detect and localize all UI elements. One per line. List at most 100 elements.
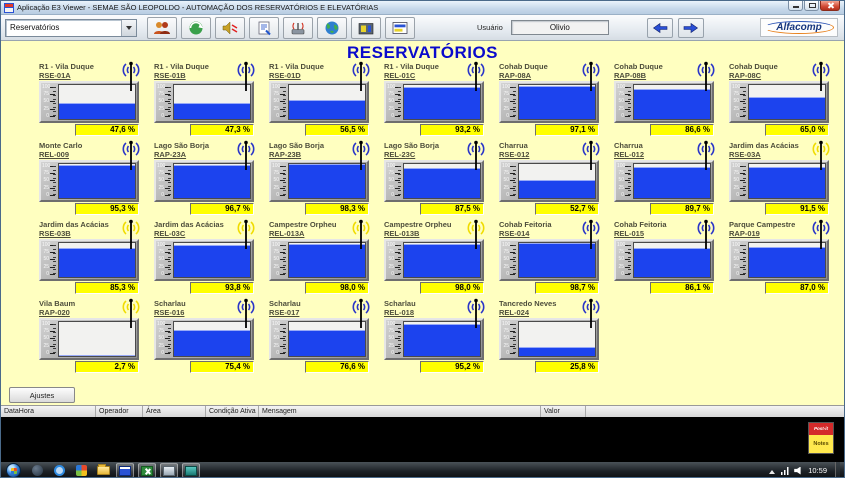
alarm-column-header[interactable]: Condição Ativa: [206, 406, 259, 417]
report-icon[interactable]: [249, 17, 279, 39]
taskbar-clock[interactable]: 10:59: [808, 466, 827, 475]
tank-widget: Cohab Feitoria REL-015 1007550250 86,1 %: [614, 221, 720, 294]
start-button[interactable]: [6, 463, 21, 478]
back-button[interactable]: [647, 18, 673, 38]
antenna-icon: [465, 219, 487, 249]
tank-widget: Scharlau RSE-017 1007550250 76,6 %: [269, 300, 375, 373]
antenna-icon: [580, 298, 602, 328]
taskbar-e3viewer-icon[interactable]: [116, 463, 134, 478]
forward-button[interactable]: [678, 18, 704, 38]
antenna-icon: [465, 140, 487, 170]
tank-scale: 1007550250: [156, 320, 172, 358]
antenna-icon: [350, 140, 372, 170]
alarm-column-header[interactable]: Mensagem: [259, 406, 541, 417]
volume-icon[interactable]: [794, 467, 802, 475]
tank-scale: 1007550250: [386, 241, 402, 279]
tank-scale: 1007550250: [41, 241, 57, 279]
tank-scale: 1007550250: [41, 320, 57, 358]
tank-level-value: 98,3 %: [305, 203, 369, 215]
title-bar: Aplicação E3 Viewer - SEMAE SÃO LEOPOLDO…: [1, 1, 844, 15]
antenna-icon: [350, 219, 372, 249]
postit-notes-icon[interactable]: Post-it Notes: [808, 422, 834, 454]
tank-scale: 1007550250: [41, 83, 57, 121]
tank-level-value: 89,7 %: [650, 203, 714, 215]
network-icon[interactable]: [781, 467, 789, 475]
antenna-icon: [350, 298, 372, 328]
minimize-button[interactable]: [788, 1, 803, 11]
tank-widget: R1 - Vila Duque RSE-01D 1007550250 56,5 …: [269, 63, 375, 136]
tank-scale: 1007550250: [41, 162, 57, 200]
tank-fill: [59, 103, 135, 119]
chevron-down-icon[interactable]: [121, 20, 136, 36]
station-panel-icon[interactable]: [351, 17, 381, 39]
tank-widget: Lago São Borja REL-23C 1007550250 87,5 %: [384, 142, 490, 215]
tank-grid: R1 - Vila Duque RSE-01A 1007550250 47,6 …: [39, 63, 844, 373]
alarm-speaker-icon[interactable]: [215, 17, 245, 39]
tank-level-value: 95,3 %: [75, 203, 139, 215]
users-icon[interactable]: [147, 17, 177, 39]
tank-scale: 1007550250: [271, 162, 287, 200]
alarm-column-header[interactable]: Valor: [541, 406, 586, 417]
tank-level-value: 86,1 %: [650, 282, 714, 294]
taskbar-folder-icon[interactable]: [94, 463, 112, 478]
taskbar-app-icon-3[interactable]: [182, 463, 200, 478]
tank-level-value: 93,2 %: [420, 124, 484, 136]
window-title: Aplicação E3 Viewer - SEMAE SÃO LEOPOLDO…: [17, 3, 378, 12]
tank-widget: Jardim das Acácias REL-03C 1007550250 93…: [154, 221, 260, 294]
tank-scale: 1007550250: [616, 83, 632, 121]
tank-widget: Campestre Orpheu REL-013A 1007550250 98,…: [269, 221, 375, 294]
tank-level-value: 56,5 %: [305, 124, 369, 136]
antenna-icon: [580, 219, 602, 249]
tank-level-value: 47,3 %: [190, 124, 254, 136]
antenna-icon: [235, 140, 257, 170]
tank-fill: [404, 324, 480, 356]
taskbar-spreadsheet-icon[interactable]: [138, 463, 156, 478]
tank-fill: [519, 180, 595, 198]
tank-level-value: 85,3 %: [75, 282, 139, 294]
tank-fill: [59, 248, 135, 277]
tank-widget: Campestre Orpheu REL-013B 1007550250 98,…: [384, 221, 490, 294]
alarm-column-header[interactable]: Operador: [96, 406, 143, 417]
page-title: RESERVATÓRIOS: [1, 41, 844, 63]
tank-level-value: 97,1 %: [535, 124, 599, 136]
tank-widget: Charrua REL-012 1007550250 89,7 %: [614, 142, 720, 215]
user-field[interactable]: Olivio: [511, 20, 609, 35]
maximize-button[interactable]: [804, 1, 819, 11]
taskbar: 10:59: [1, 461, 844, 478]
taskbar-browser-icon[interactable]: [50, 463, 68, 478]
tank-widget: Lago São Borja RAP-23A 1007550250 96,7 %: [154, 142, 260, 215]
tank-widget: Charrua RSE-012 1007550250 52,7 %: [499, 142, 605, 215]
tank-widget: R1 - Vila Duque RSE-01A 1007550250 47,6 …: [39, 63, 145, 136]
alarm-header-filler: [586, 406, 844, 417]
antenna-icon: [120, 61, 142, 91]
taskbar-app-icon-1[interactable]: [28, 463, 46, 478]
refresh-globe-icon[interactable]: [181, 17, 211, 39]
tank-level-value: 98,7 %: [535, 282, 599, 294]
tank-fill: [749, 97, 825, 119]
app-window: Aplicação E3 Viewer - SEMAE SÃO LEOPOLDO…: [0, 0, 845, 478]
tray-expand-icon[interactable]: [769, 467, 775, 474]
tank-level-value: 87,0 %: [765, 282, 829, 294]
tank-scale: 1007550250: [156, 241, 172, 279]
tank-widget: Lago São Borja RAP-23B 1007550250 98,3 %: [269, 142, 375, 215]
taskbar-media-icon[interactable]: [72, 463, 90, 478]
levels-icon[interactable]: [385, 17, 415, 39]
tank-level-value: 98,0 %: [420, 282, 484, 294]
tank-scale: 1007550250: [386, 320, 402, 358]
ajustes-button[interactable]: Ajustes: [9, 387, 75, 403]
tank-scale: 1007550250: [616, 162, 632, 200]
show-desktop-button[interactable]: [835, 462, 840, 478]
world-icon[interactable]: [317, 17, 347, 39]
alarm-column-header[interactable]: DataHora: [1, 406, 96, 417]
close-button[interactable]: [820, 1, 840, 11]
tank-widget: Parque Campestre RAP-019 1007550250 87,0…: [729, 221, 835, 294]
tank-level-value: 95,2 %: [420, 361, 484, 373]
taskbar-app-icon-2[interactable]: [160, 463, 178, 478]
tank-fill: [404, 168, 480, 198]
alarm-list-area: Post-it Notes: [1, 417, 844, 461]
antenna-icon: [120, 140, 142, 170]
screen-selector[interactable]: Reservatórios: [5, 19, 137, 37]
alarm-column-header[interactable]: Área: [143, 406, 206, 417]
telemetry-antenna-icon[interactable]: [283, 17, 313, 39]
tank-fill: [634, 167, 710, 197]
